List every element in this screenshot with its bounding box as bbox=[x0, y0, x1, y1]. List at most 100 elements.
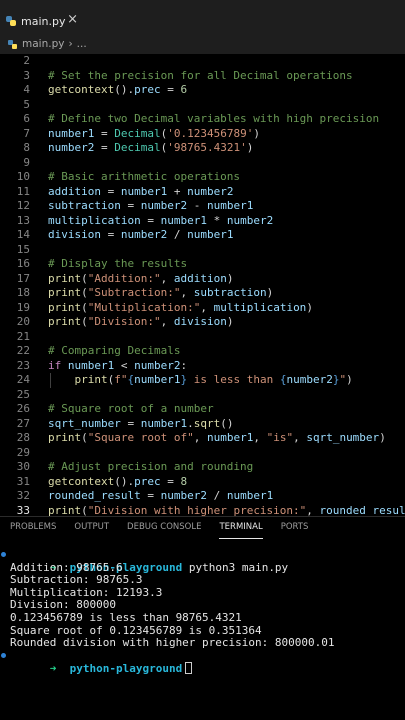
line-number: 15 bbox=[16, 242, 30, 256]
code-line[interactable]: 15 bbox=[0, 243, 405, 258]
line-number: 8 bbox=[23, 141, 30, 154]
breadcrumb-rest[interactable]: ... bbox=[77, 38, 87, 50]
close-icon[interactable]: × bbox=[67, 12, 78, 27]
line-number: 2 bbox=[23, 54, 30, 67]
code-text: division = number2 / number1 bbox=[48, 228, 234, 241]
chevron-right-icon: › bbox=[68, 38, 73, 50]
line-number: 28 bbox=[16, 431, 30, 444]
line-number: 5 bbox=[23, 97, 30, 111]
line-number: 3 bbox=[23, 68, 30, 82]
code-text: number2 = Decimal('98765.4321') bbox=[48, 141, 254, 154]
code-line[interactable]: 24 print(f"{number1} is less than {numbe… bbox=[0, 373, 405, 388]
code-line[interactable]: 20 print("Division:", division) bbox=[0, 315, 405, 330]
code-line[interactable]: 31 getcontext().prec = 8 bbox=[0, 475, 405, 490]
code-line[interactable]: 25 bbox=[0, 388, 405, 403]
code-editor[interactable]: 2 3 # Set the precision for all Decimal op… bbox=[0, 54, 405, 516]
code-line[interactable]: 28 print("Square root of", number1, "is",… bbox=[0, 431, 405, 446]
terminal-cursor bbox=[185, 662, 193, 675]
code-text: getcontext().prec = 6 bbox=[48, 83, 188, 96]
tab-output[interactable]: OUTPUT bbox=[74, 517, 109, 539]
code-line[interactable]: 33 print("Division with higher precision:… bbox=[0, 504, 405, 517]
code-text: # Adjust precision and rounding bbox=[48, 460, 254, 473]
code-text: # Basic arithmetic operations bbox=[48, 170, 241, 183]
code-text: addition = number1 + number2 bbox=[48, 184, 234, 198]
tab-bar: main.py × bbox=[0, 0, 405, 34]
code-line[interactable]: 23 if number1 < number2: bbox=[0, 359, 405, 374]
code-line[interactable]: 27 sqrt_number = number1.sqrt() bbox=[0, 417, 405, 432]
code-text: print("Multiplication:", multiplication) bbox=[48, 300, 313, 314]
terminal-output-line: Subtraction: 98765.3 bbox=[10, 573, 143, 587]
code-line[interactable]: 21 bbox=[0, 330, 405, 345]
code-line[interactable]: 7 number1 = Decimal('0.123456789') bbox=[0, 127, 405, 142]
code-line[interactable]: 9 bbox=[0, 156, 405, 171]
line-number: 12 bbox=[16, 199, 30, 212]
tab-problems[interactable]: PROBLEMS bbox=[10, 517, 56, 539]
line-number: 16 bbox=[16, 257, 30, 270]
breadcrumb: main.py › ... bbox=[0, 34, 405, 54]
terminal-prompt-line[interactable]: ➜ python-playground bbox=[0, 650, 405, 675]
tab-debug-console[interactable]: DEBUG CONSOLE bbox=[127, 517, 201, 539]
tab-main-py[interactable]: main.py × bbox=[0, 9, 90, 33]
code-line[interactable]: 5 bbox=[0, 98, 405, 113]
line-number: 33 bbox=[16, 503, 30, 517]
code-text: getcontext().prec = 8 bbox=[48, 474, 188, 488]
line-number: 29 bbox=[16, 445, 30, 459]
code-line[interactable]: 10 # Basic arithmetic operations bbox=[0, 170, 405, 185]
code-line[interactable]: 2 bbox=[0, 54, 405, 69]
code-line[interactable]: 3 # Set the precision for all Decimal ope… bbox=[0, 69, 405, 84]
python-file-icon bbox=[6, 16, 16, 26]
line-number: 6 bbox=[23, 112, 30, 125]
code-line[interactable]: 19 print("Multiplication:", multiplicatio… bbox=[0, 301, 405, 316]
code-line[interactable]: 11 addition = number1 + number2 bbox=[0, 185, 405, 200]
code-line[interactable]: 18 print("Subtraction:", subtraction) bbox=[0, 286, 405, 301]
tab-terminal[interactable]: TERMINAL bbox=[219, 517, 263, 539]
line-number: 32 bbox=[16, 489, 30, 502]
breadcrumb-file[interactable]: main.py bbox=[22, 38, 64, 50]
code-text: print("Addition:", addition) bbox=[48, 271, 234, 285]
terminal-output: Addition: 98765.6 Subtraction: 98765.3 Mul… bbox=[0, 561, 405, 650]
command-status-dot bbox=[1, 552, 6, 557]
line-number: 21 bbox=[16, 329, 30, 343]
tab-ports[interactable]: PORTS bbox=[281, 517, 309, 539]
line-number: 25 bbox=[16, 387, 30, 401]
code-text: # Comparing Decimals bbox=[48, 344, 181, 357]
code-line[interactable]: 12 subtraction = number2 - number1 bbox=[0, 199, 405, 214]
panel-tabs: PROBLEMS OUTPUT DEBUG CONSOLE TERMINAL PORTS bbox=[0, 517, 405, 539]
code-line[interactable]: 13 multiplication = number1 * number2 bbox=[0, 214, 405, 229]
code-text: print("Division with higher precision:",… bbox=[48, 503, 405, 517]
prompt-directory: python-playground bbox=[69, 662, 183, 676]
line-number: 27 bbox=[16, 416, 30, 430]
terminal-command-line: ➜ python-playground python3 main.py bbox=[0, 549, 405, 573]
code-text: print(f"{number1} is less than {number2}… bbox=[74, 373, 353, 386]
code-text: # Define two Decimal variables with high… bbox=[48, 112, 380, 125]
line-number: 7 bbox=[23, 126, 30, 140]
code-text: print("Division:", division) bbox=[48, 315, 234, 328]
line-number: 23 bbox=[16, 358, 30, 372]
code-text: multiplication = number1 * number2 bbox=[48, 213, 274, 227]
terminal-output-line: Rounded division with higher precision: … bbox=[10, 636, 335, 650]
code-line[interactable]: 17 print("Addition:", addition) bbox=[0, 272, 405, 287]
code-line[interactable]: 16 # Display the results bbox=[0, 257, 405, 272]
code-line[interactable]: 29 bbox=[0, 446, 405, 461]
code-line[interactable]: 8 number2 = Decimal('98765.4321') bbox=[0, 141, 405, 156]
code-line[interactable]: 14 division = number2 / number1 bbox=[0, 228, 405, 243]
terminal[interactable]: ➜ python-playground python3 main.py Addi… bbox=[0, 549, 405, 675]
code-line[interactable]: 26 # Square root of a number bbox=[0, 402, 405, 417]
tab-label: main.py bbox=[21, 14, 66, 28]
code-text: # Set the precision for all Decimal oper… bbox=[48, 68, 353, 82]
line-number: 31 bbox=[16, 474, 30, 488]
terminal-output-line: 0.123456789 is less than 98765.4321 bbox=[10, 610, 242, 624]
line-number: 18 bbox=[16, 286, 30, 299]
code-line[interactable]: 32 rounded_result = number2 / number1 bbox=[0, 489, 405, 504]
code-text: print("Subtraction:", subtraction) bbox=[48, 286, 274, 299]
code-text: # Display the results bbox=[48, 257, 188, 270]
line-number: 10 bbox=[16, 170, 30, 183]
line-number: 14 bbox=[16, 228, 30, 241]
line-number: 30 bbox=[16, 460, 30, 473]
code-text: # Square root of a number bbox=[48, 402, 214, 415]
code-line[interactable]: 4 getcontext().prec = 6 bbox=[0, 83, 405, 98]
code-line[interactable]: 30 # Adjust precision and rounding bbox=[0, 460, 405, 475]
code-text: number1 = Decimal('0.123456789') bbox=[48, 126, 260, 140]
code-line[interactable]: 22 # Comparing Decimals bbox=[0, 344, 405, 359]
code-line[interactable]: 6 # Define two Decimal variables with hig… bbox=[0, 112, 405, 127]
